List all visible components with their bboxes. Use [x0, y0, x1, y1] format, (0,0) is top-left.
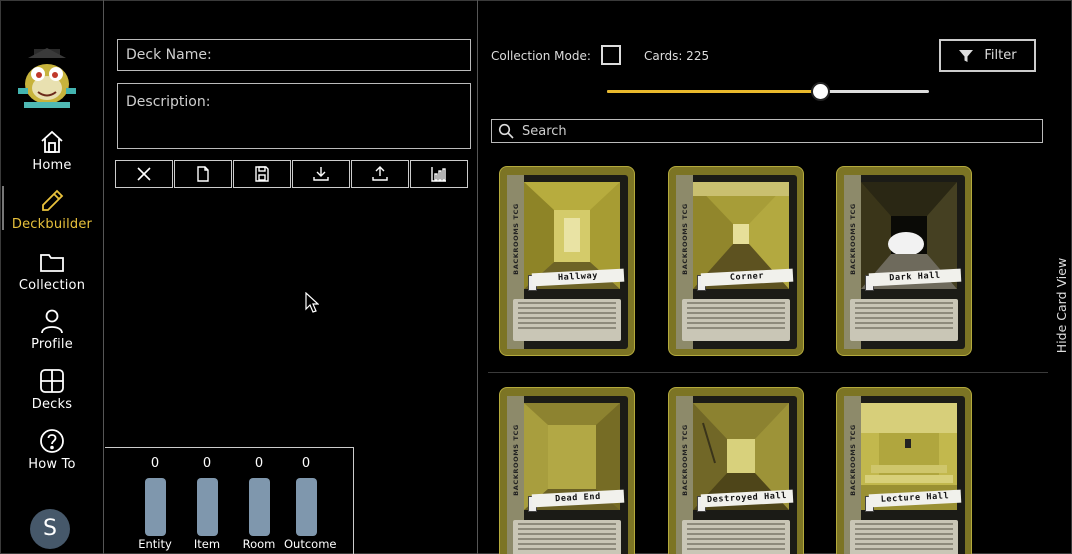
new-file-icon: [197, 166, 209, 182]
card-face: BACKROOMS TCG Destroyed Hall: [676, 396, 797, 554]
hide-card-view-label: Hide Card View: [1054, 257, 1069, 354]
stat-bar: [295, 478, 317, 536]
app-logo: [16, 44, 78, 110]
user-icon: [41, 309, 63, 334]
sidebar-item-label: Deckbuilder: [11, 217, 93, 232]
stat-count: 0: [202, 456, 212, 471]
upload-icon: [372, 166, 388, 181]
filter-icon: [959, 49, 974, 62]
collection-mode-checkbox[interactable]: [601, 45, 621, 65]
download-deck-button[interactable]: [292, 160, 350, 188]
stat-label: Item: [193, 537, 221, 551]
card-grid: BACKROOMS TCG Hallway BACKROOMS TCG Corner B…: [487, 152, 1047, 554]
card-face: BACKROOMS TCG Dark Hall: [844, 175, 965, 349]
mouse-cursor-icon: [305, 292, 319, 313]
sidebar-item-label: Collection: [18, 278, 86, 293]
card-series-label: BACKROOMS TCG: [681, 203, 689, 275]
card-series-label: BACKROOMS TCG: [849, 203, 857, 275]
deck-description-input[interactable]: [117, 83, 471, 149]
deck-toolbar: [115, 160, 475, 188]
sidebar-item-label: Home: [32, 158, 72, 173]
stat-bar: [248, 478, 270, 536]
card-destroyed-hall[interactable]: BACKROOMS TCG Destroyed Hall: [668, 387, 804, 554]
stat-item: 0 Item: [185, 456, 229, 551]
card-dead-end[interactable]: BACKROOMS TCG Dead End: [499, 387, 635, 554]
deck-name-input[interactable]: [117, 39, 471, 71]
download-icon: [313, 167, 329, 181]
save-icon: [255, 166, 269, 182]
sidebar-item-home[interactable]: Home: [0, 128, 104, 173]
stat-label: Entity: [138, 537, 172, 551]
card-text-box: [513, 520, 621, 554]
grid-icon: [40, 369, 64, 393]
deck-type-stats: 0 Entity 0 Item 0 Room 0 Outcome: [105, 447, 354, 554]
filter-label: Filter: [984, 48, 1017, 63]
cards-count: Cards: 225: [644, 49, 710, 63]
card-hallway[interactable]: BACKROOMS TCG Hallway: [499, 166, 635, 356]
sidebar-item-decks[interactable]: Decks: [0, 367, 104, 412]
stat-count: 0: [150, 456, 160, 471]
card-size-slider[interactable]: [607, 82, 929, 102]
filter-button[interactable]: Filter: [939, 39, 1036, 72]
sidebar-item-collection[interactable]: Collection: [0, 248, 104, 293]
stat-bar: [196, 478, 218, 536]
home-icon: [41, 130, 63, 153]
card-series-label: BACKROOMS TCG: [849, 424, 857, 496]
slider-fill: [607, 90, 820, 93]
clear-icon: [137, 167, 151, 181]
search-icon: [498, 123, 514, 139]
card-face: BACKROOMS TCG Corner: [676, 175, 797, 349]
card-face: BACKROOMS TCG Hallway: [507, 175, 628, 349]
stat-count: 0: [301, 456, 311, 471]
stat-room: 0 Room: [237, 456, 281, 551]
slider-thumb[interactable]: [810, 82, 830, 101]
hide-card-view-toggle[interactable]: Hide Card View: [1052, 240, 1072, 375]
stat-label: Room: [242, 537, 276, 551]
deck-panel: 0 Entity 0 Item 0 Room 0 Outcome: [105, 0, 478, 554]
card-lecture-hall[interactable]: BACKROOMS TCG Lecture Hall: [836, 387, 972, 554]
card-series-label: BACKROOMS TCG: [512, 203, 520, 275]
card-face: BACKROOMS TCG Dead End: [507, 396, 628, 554]
sidebar-item-how-to[interactable]: How To: [0, 427, 104, 472]
stat-bar: [144, 478, 166, 536]
card-series-label: BACKROOMS TCG: [512, 424, 520, 496]
stat-outcome: 0 Outcome: [284, 456, 337, 551]
search-input[interactable]: [522, 123, 1022, 139]
collection-mode-label: Collection Mode:: [491, 49, 591, 63]
stat-entity: 0 Entity: [133, 456, 177, 551]
new-deck-button[interactable]: [174, 160, 232, 188]
card-text-box: [682, 520, 790, 554]
avatar[interactable]: S: [30, 509, 70, 549]
sidebar: Home Deckbuilder Collection Profile Deck…: [0, 0, 104, 554]
card-text-box: [682, 299, 790, 341]
card-text-box: [850, 520, 958, 554]
save-deck-button[interactable]: [233, 160, 291, 188]
card-series-label: BACKROOMS TCG: [681, 424, 689, 496]
folder-icon: [40, 254, 64, 272]
sidebar-item-label: How To: [28, 457, 76, 472]
stat-label: Outcome: [284, 537, 337, 551]
pencil-icon: [42, 189, 64, 211]
search-bar: [491, 119, 1043, 143]
sidebar-item-profile[interactable]: Profile: [0, 307, 104, 352]
card-text-box: [513, 299, 621, 341]
help-icon: [40, 429, 64, 453]
sidebar-item-deckbuilder[interactable]: Deckbuilder: [0, 187, 104, 232]
card-corner[interactable]: BACKROOMS TCG Corner: [668, 166, 804, 356]
card-face: BACKROOMS TCG Lecture Hall: [844, 396, 965, 554]
deck-stats-button[interactable]: [410, 160, 468, 188]
card-text-box: [850, 299, 958, 341]
stats-icon: [431, 167, 446, 182]
card-dark-hall[interactable]: BACKROOMS TCG Dark Hall: [836, 166, 972, 356]
sidebar-item-label: Profile: [31, 337, 73, 352]
clear-deck-button[interactable]: [115, 160, 173, 188]
sidebar-item-label: Decks: [31, 397, 73, 412]
upload-deck-button[interactable]: [351, 160, 409, 188]
stat-count: 0: [254, 456, 264, 471]
